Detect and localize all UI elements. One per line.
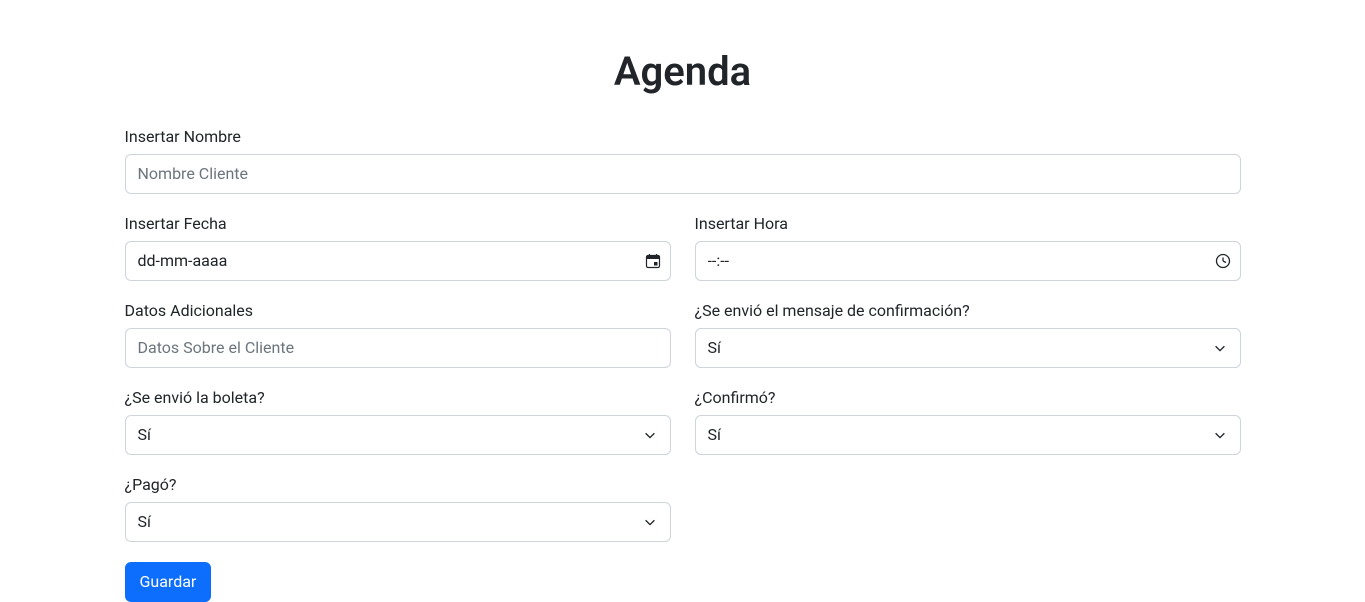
paid-label: ¿Pagó? [125,475,671,494]
confirmation-msg-select[interactable]: Sí [695,328,1241,368]
paid-select[interactable]: Sí [125,502,671,542]
time-label: Insertar Hora [695,214,1241,233]
receipt-sent-select[interactable]: Sí [125,415,671,455]
name-input[interactable] [125,154,1241,194]
confirmed-label: ¿Confirmó? [695,388,1241,407]
date-input[interactable] [125,241,671,281]
name-label: Insertar Nombre [125,127,1241,146]
agenda-form: Insertar Nombre Insertar Fecha [125,127,1241,602]
date-label: Insertar Fecha [125,214,671,233]
page-title: Agenda [125,48,1241,95]
confirmed-select[interactable]: Sí [695,415,1241,455]
save-button[interactable]: Guardar [125,562,212,602]
additional-label: Datos Adicionales [125,301,671,320]
receipt-sent-label: ¿Se envió la boleta? [125,388,671,407]
confirmation-msg-label: ¿Se envió el mensaje de confirmación? [695,301,1241,320]
time-input[interactable] [695,241,1241,281]
additional-input[interactable] [125,328,671,368]
